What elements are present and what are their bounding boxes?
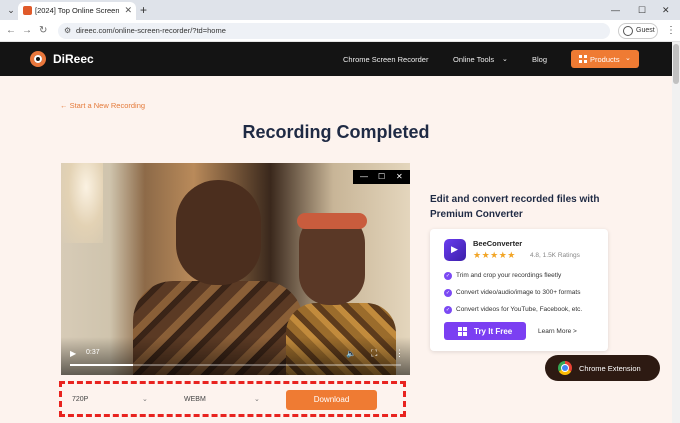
- minimize-icon[interactable]: —: [611, 3, 620, 17]
- browser-tab[interactable]: [2024] Top Online Screen Re ✕: [18, 2, 136, 20]
- try-it-free-label: Try It Free: [474, 327, 513, 336]
- volume-icon[interactable]: 🔈: [346, 349, 356, 358]
- feature-text: Convert videos for YouTube, Facebook, et…: [456, 306, 583, 313]
- chrome-extension-button[interactable]: Chrome Extension: [545, 355, 660, 381]
- learn-more-link[interactable]: Learn More >: [538, 328, 577, 335]
- maximize-icon[interactable]: ☐: [638, 3, 646, 17]
- chevron-down-icon: ⌄: [254, 396, 260, 403]
- play-icon[interactable]: ▶: [70, 349, 76, 358]
- profile-icon: [623, 26, 633, 36]
- forward-arrow-icon[interactable]: →: [22, 24, 32, 38]
- app-name: BeeConverter: [473, 239, 523, 248]
- close-player-icon[interactable]: ✕: [396, 171, 403, 183]
- browser-toolbar: ← → ↻ ⚙ direec.com/online-screen-recorde…: [0, 20, 680, 42]
- site-favicon-icon: [23, 6, 32, 15]
- products-label: Products: [590, 55, 620, 64]
- site-info-icon[interactable]: ⚙: [64, 25, 71, 37]
- minimize-player-icon[interactable]: —: [360, 171, 368, 183]
- scrollbar-thumb[interactable]: [673, 44, 679, 84]
- browser-menu-icon[interactable]: ⋮: [666, 24, 676, 38]
- logo-text[interactable]: DiReec: [53, 52, 94, 66]
- video-player[interactable]: — ☐ ✕ ▶ 0:37 🔈 ⛶ ⋮: [61, 163, 410, 375]
- url-text: direec.com/online-screen-recorder/?td=ho…: [76, 26, 226, 35]
- check-icon: ✓: [444, 306, 452, 314]
- tab-list-chevron-icon[interactable]: ⌄: [4, 3, 18, 17]
- logo-icon[interactable]: [30, 51, 46, 67]
- check-icon: ✓: [444, 289, 452, 297]
- fullscreen-icon[interactable]: ⛶: [371, 348, 377, 359]
- promo-title: Edit and convert recorded files with Pre…: [430, 194, 600, 220]
- windows-icon: [458, 327, 467, 336]
- online-tools-chevron-icon[interactable]: ⌄: [502, 55, 508, 63]
- close-window-icon[interactable]: ✕: [662, 3, 670, 17]
- download-button[interactable]: Download: [286, 390, 377, 410]
- new-tab-icon[interactable]: +: [140, 2, 147, 18]
- chevron-down-icon: ⌄: [142, 396, 148, 403]
- current-time: 0:37: [86, 349, 100, 356]
- browser-tab-bar: ⌄ [2024] Top Online Screen Re ✕ + — ☐ ✕: [0, 0, 680, 20]
- page-title: Recording Completed: [242, 122, 430, 142]
- back-link-label: Start a New Recording: [69, 101, 146, 110]
- page-scrollbar[interactable]: [672, 42, 680, 423]
- products-button[interactable]: Products ⌄: [571, 50, 639, 68]
- rating-text: 4.8, 1.5K Ratings: [530, 252, 580, 259]
- close-tab-icon[interactable]: ✕: [124, 5, 132, 16]
- reload-icon[interactable]: ↻: [39, 24, 47, 38]
- format-value: WEBM: [184, 396, 206, 403]
- maximize-player-icon[interactable]: ☐: [378, 171, 385, 183]
- video-girl-headband: [297, 213, 367, 229]
- beeconverter-card: BeeConverter ★★★★★ 4.8, 1.5K Ratings ✓ T…: [430, 229, 608, 351]
- site-header: DiReec Chrome Screen Recorder Online Too…: [0, 42, 672, 76]
- guest-profile-button[interactable]: Guest: [618, 23, 658, 39]
- back-arrow-icon[interactable]: ←: [6, 24, 16, 38]
- nav-chrome-screen-recorder[interactable]: Chrome Screen Recorder: [343, 55, 428, 64]
- address-bar[interactable]: ⚙ direec.com/online-screen-recorder/?td=…: [58, 23, 610, 39]
- tab-title: [2024] Top Online Screen Re: [35, 6, 119, 15]
- arrow-left-icon: ←: [60, 101, 70, 110]
- guest-label: Guest: [636, 27, 655, 34]
- seek-bar[interactable]: [70, 364, 401, 366]
- more-options-icon[interactable]: ⋮: [395, 348, 404, 359]
- seek-bar-fill: [70, 364, 133, 366]
- start-new-recording-link[interactable]: ← Start a New Recording: [60, 101, 145, 110]
- video-man-head: [176, 180, 261, 285]
- chrome-icon: [558, 361, 572, 375]
- beeconverter-logo-icon: [444, 239, 466, 261]
- video-lamp: [61, 163, 103, 243]
- player-window-controls: — ☐ ✕: [353, 170, 410, 184]
- chrome-extension-label: Chrome Extension: [579, 364, 641, 373]
- star-rating-icon: ★★★★★: [473, 250, 516, 260]
- chevron-down-icon: ⌄: [625, 55, 631, 62]
- player-controls: ▶ 0:37 🔈 ⛶ ⋮: [61, 337, 410, 375]
- feature-text: Trim and crop your recordings fleetly: [456, 272, 562, 279]
- check-icon: ✓: [444, 272, 452, 280]
- format-select[interactable]: WEBM ⌄: [184, 391, 260, 409]
- try-it-free-button[interactable]: Try It Free: [444, 322, 526, 340]
- nav-online-tools[interactable]: Online Tools: [453, 55, 494, 64]
- grid-icon: [579, 55, 587, 63]
- nav-blog[interactable]: Blog: [532, 55, 547, 64]
- feature-text: Convert video/audio/image to 300+ format…: [456, 289, 581, 296]
- resolution-select[interactable]: 720P ⌄: [72, 391, 148, 409]
- resolution-value: 720P: [72, 396, 89, 403]
